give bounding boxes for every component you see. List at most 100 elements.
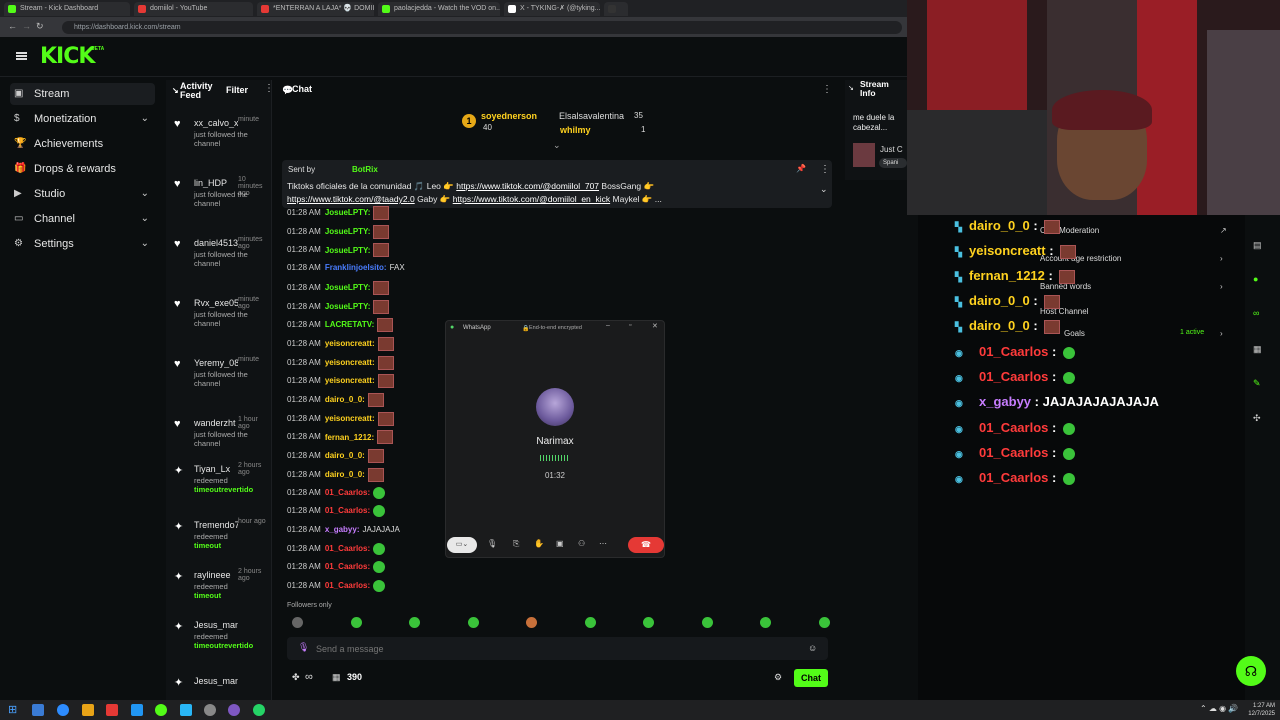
system-tray-icons[interactable]: ⌃ ☁ ◉ 🔊: [1200, 704, 1238, 713]
top-user-name[interactable]: soyednerson: [481, 111, 537, 121]
activity-user[interactable]: Yeremy_0880: [194, 358, 238, 368]
quick-emote-icon[interactable]: [292, 617, 303, 628]
overlay-user[interactable]: 01_Caarlos: [979, 344, 1048, 359]
store-icon[interactable]: ▦: [332, 672, 341, 683]
external-link-icon[interactable]: ↗: [1220, 226, 1227, 235]
activity-user[interactable]: Jesus_manuel: [194, 676, 238, 686]
taskbar-edge-icon[interactable]: [57, 704, 69, 716]
raise-hand-icon[interactable]: ✋: [534, 539, 544, 548]
reload-icon[interactable]: ↻: [36, 21, 44, 32]
kick-logo[interactable]: KICK: [40, 44, 95, 69]
pin-icon[interactable]: 📌: [796, 164, 806, 173]
message-user[interactable]: dairo_0_0:: [325, 451, 365, 460]
chat-send-button[interactable]: Chat: [794, 669, 828, 687]
sidebar-item-channel[interactable]: ▭ Channel ⌄: [10, 208, 155, 230]
chat-input[interactable]: [316, 641, 796, 656]
taskbar-whatsapp-icon[interactable]: [253, 704, 265, 716]
minimize-icon[interactable]: –: [606, 322, 610, 329]
overlay-user[interactable]: 01_Caarlos: [979, 445, 1048, 460]
support-chat-button[interactable]: ☊: [1236, 656, 1266, 686]
message-user[interactable]: dairo_0_0:: [325, 470, 365, 479]
browser-tab[interactable]: Stream - Kick Dashboard: [4, 2, 130, 16]
clipboard-icon[interactable]: ▤: [1253, 240, 1262, 251]
taskbar-app-icon[interactable]: [131, 704, 143, 716]
chat-more-icon[interactable]: ⋮: [822, 84, 832, 95]
sidebar-item-monetization[interactable]: $ Monetization ⌄: [10, 108, 155, 130]
quick-emote-icon[interactable]: [409, 617, 420, 628]
message-user[interactable]: 01_Caarlos:: [325, 562, 370, 571]
pinned-expand-icon[interactable]: ⌄: [820, 184, 828, 195]
layout-icon[interactable]: ▦: [1253, 344, 1262, 355]
message-user[interactable]: yeisoncreatt:: [325, 414, 375, 423]
close-icon[interactable]: ✕: [652, 322, 658, 330]
message-user[interactable]: dairo_0_0:: [325, 395, 365, 404]
url-field[interactable]: https://dashboard.kick.com/stream: [62, 21, 902, 34]
top-user-name[interactable]: Elsalsavalentina: [559, 111, 624, 121]
quick-emote-icon[interactable]: [584, 617, 596, 628]
overlay-user[interactable]: dairo_0_0: [969, 293, 1030, 308]
browser-tab[interactable]: X - TYKING-✗ (@tyking...: [504, 2, 600, 16]
message-user[interactable]: 01_Caarlos:: [325, 544, 370, 553]
camera-toggle-button[interactable]: ▭⌄: [447, 537, 477, 553]
chat-settings-icon[interactable]: ⚙: [774, 672, 782, 683]
browser-tab[interactable]: domiilol - YouTube: [134, 2, 253, 16]
browser-tab[interactable]: *ENTERRAN A LAJA* 💀 DOMII...: [257, 2, 374, 16]
windows-start-icon[interactable]: ⊞: [8, 703, 17, 716]
mic-toggle-icon[interactable]: 🎙: [487, 539, 497, 548]
quick-emote-icon[interactable]: [467, 617, 479, 628]
forward-icon[interactable]: →: [22, 21, 31, 31]
sidebar-item-settings[interactable]: ⚙ Settings ⌄: [10, 233, 155, 255]
taskbar-app-icon[interactable]: [155, 704, 167, 716]
chat-icon[interactable]: ●: [1253, 274, 1258, 284]
screen-share-icon[interactable]: ▣: [556, 539, 564, 548]
overlay-user[interactable]: 01_Caarlos: [979, 420, 1048, 435]
message-user[interactable]: JosueLPTY:: [325, 208, 371, 217]
sidebar-item-achievements[interactable]: 🏆 Achievements: [10, 133, 155, 155]
taskbar-app-icon[interactable]: [204, 704, 216, 716]
overlay-user[interactable]: dairo_0_0: [969, 218, 1030, 233]
quick-emote-icon[interactable]: [643, 617, 654, 628]
top-user-name[interactable]: whilmy: [560, 125, 591, 135]
activity-user[interactable]: Tiyan_Lx: [194, 464, 238, 474]
quick-emote-icon[interactable]: [701, 617, 713, 628]
menu-icon[interactable]: [16, 52, 27, 60]
pinned-sender[interactable]: BotRix: [352, 165, 378, 174]
more-icon[interactable]: ⋯: [599, 539, 607, 548]
chevron-down-icon[interactable]: ⌄: [141, 208, 149, 230]
chevron-right-icon[interactable]: ›: [1220, 282, 1223, 291]
collapse-icon[interactable]: ⌄: [553, 140, 561, 151]
chevron-down-icon[interactable]: ⌄: [141, 108, 149, 130]
overlay-user[interactable]: fernan_1212: [969, 268, 1045, 283]
overlay-user[interactable]: 01_Caarlos: [979, 369, 1048, 384]
pinned-link[interactable]: https://www.tiktok.com/@domiilol_707: [456, 181, 599, 191]
emoji-icon[interactable]: ☺: [808, 643, 817, 653]
quick-emote-icon[interactable]: [760, 617, 771, 628]
taskbar-app-icon[interactable]: [180, 704, 192, 716]
end-call-button[interactable]: ☎: [628, 537, 664, 553]
activity-user[interactable]: xx_calvo_xx: [194, 118, 238, 128]
link-icon[interactable]: ∞: [1253, 308, 1259, 318]
message-user[interactable]: fernan_1212:: [325, 433, 374, 442]
maximize-icon[interactable]: ▫: [629, 322, 631, 329]
message-user[interactable]: yeisoncreatt:: [325, 358, 375, 367]
quick-emote-icon[interactable]: [350, 617, 362, 628]
pinned-link[interactable]: https://www.tiktok.com/@taady2.0: [287, 194, 415, 204]
add-person-icon[interactable]: ⚇: [578, 539, 585, 548]
overlay-user[interactable]: yeisoncreatt: [969, 243, 1046, 258]
message-user[interactable]: JosueLPTY:: [325, 302, 371, 311]
quick-emote-icon[interactable]: [818, 617, 830, 628]
chevron-down-icon[interactable]: ⌄: [141, 183, 149, 205]
taskbar-app-icon[interactable]: [228, 704, 240, 716]
sidebar-item-stream[interactable]: ▣ Stream: [10, 83, 155, 105]
taskbar-folder-icon[interactable]: [82, 704, 94, 716]
mic-icon[interactable]: 🎙: [298, 642, 309, 653]
activity-user[interactable]: daniel4513: [194, 238, 238, 248]
pinned-link[interactable]: https://www.tiktok.com/@domiilol_en_kick: [453, 194, 610, 204]
message-user[interactable]: JosueLPTY:: [325, 246, 371, 255]
taskbar-app-icon[interactable]: [32, 704, 44, 716]
activity-user[interactable]: wanderzht: [194, 418, 238, 428]
overlay-user[interactable]: 01_Caarlos: [979, 470, 1048, 485]
message-user[interactable]: 01_Caarlos:: [325, 581, 370, 590]
message-user[interactable]: JosueLPTY:: [325, 227, 371, 236]
chevron-right-icon[interactable]: ›: [1220, 254, 1223, 263]
